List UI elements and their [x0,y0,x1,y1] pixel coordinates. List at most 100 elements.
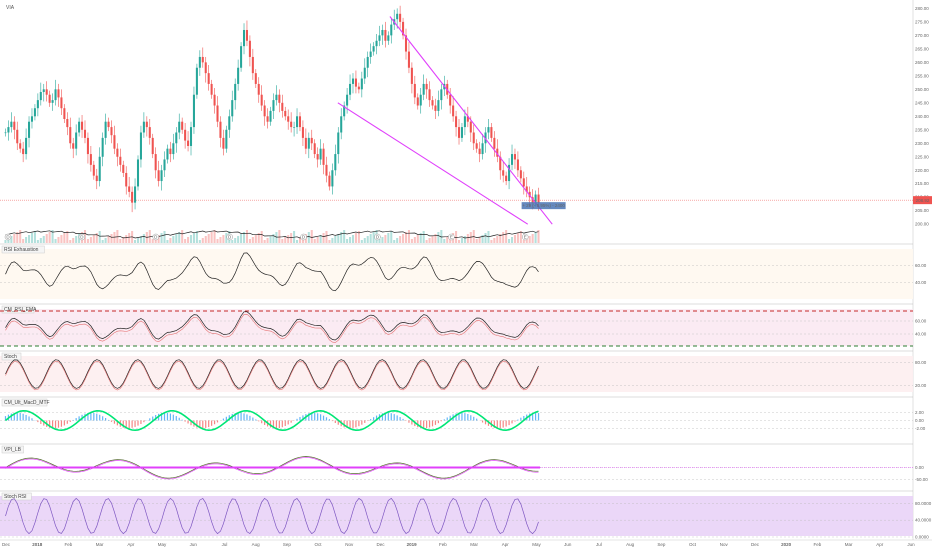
volume-bar [413,237,416,243]
candle-body [231,100,234,117]
macd-histogram-bar [57,420,60,428]
candle-body [242,29,246,47]
candle-body [263,105,266,117]
volume-bar [322,233,325,243]
volume-bar [166,240,169,243]
time-tick-label: Oct [689,542,697,547]
price-tick-label: 275.00 [915,19,929,24]
macd-histogram-bar [484,420,487,425]
volume-bar [134,240,137,243]
candle-body [19,143,22,149]
time-tick-label: Sep [283,542,292,547]
time-tick-label: Oct [315,542,323,547]
indicator-panes[interactable]: RSI Exhaustion 60.00 40.00 CM_RSI_EMA 60.00 4… [0,243,932,540]
time-tick-label: Jun [564,542,572,547]
candle-body [519,170,522,179]
time-tick-label: Feb [813,542,821,547]
candle-body [257,83,260,95]
current-price-label: 208.92 [916,198,930,203]
macd-histogram-bar [334,420,336,423]
volume-bar [101,240,104,243]
macd-histogram-bar [102,416,104,421]
indicator-pane-4[interactable]: VPI_LB 0.00 -50.00 [0,443,928,482]
macd-histogram-bar [28,416,30,421]
candle-body [351,78,355,84]
macd-histogram-bar [322,415,325,421]
candle-body [390,24,393,36]
volume-bar [248,239,251,243]
volume-bar [508,239,511,243]
volume-bar [89,237,92,243]
candle-body [425,83,428,90]
candle-body [475,143,478,149]
candle-body [505,175,508,182]
candle-body [195,67,198,95]
candle-body [422,83,425,95]
candle-body [337,132,340,155]
candle-body [83,129,87,138]
time-axis[interactable]: Dec 2018 Feb Mar Apr May Jun Jul Aug Sep Oct Nov Dec… [2,542,915,547]
candle-body [131,191,134,203]
macd-histogram-bar [355,420,357,428]
time-tick-label: Jun [907,542,915,547]
volume-bar [192,233,195,243]
volume-bar [513,235,516,243]
volume-bar [57,237,60,243]
candle-body [472,132,475,144]
volume-bar [531,234,534,243]
macd-histogram-bar [423,420,425,429]
volume-bar [128,233,131,243]
volume-bar [437,232,440,243]
macd-histogram-bar [216,420,219,423]
candle-body [89,154,92,165]
volume-bar [369,234,372,243]
indicator-pane-2[interactable]: Stoch 80.00 20.00 [0,350,927,392]
price-tick-label: 200.00 [915,222,929,227]
volume-bar [169,238,172,243]
candle-body [189,127,193,146]
event-marker-label: E [524,235,527,240]
indicator-pane-5[interactable]: Stoch RSI 80.0000 40.0000 0.0000 [0,490,932,540]
macd-histogram-bar [464,413,466,421]
volume-bar [516,233,519,243]
candle-body [92,164,95,176]
macd-histogram-bar [473,416,475,421]
volume-bar [275,232,278,243]
price-tick-label: 265.00 [915,46,929,51]
macd-histogram-bar [393,414,395,421]
candle-body [30,116,34,122]
indicator-pane-1[interactable]: CM_RSI_EMA 60.00 40.00 [0,303,927,347]
macd-histogram-bar [461,412,463,421]
macd-histogram-bar [90,412,92,421]
indicator-pane-3[interactable]: CM_Ult_MacD_MTF 2.00 0.00 -2.00 [0,396,926,432]
macd-histogram-bar [317,413,319,421]
macd-histogram-bar [134,420,136,427]
macd-histogram-bar [225,416,227,421]
macd-histogram-bar [222,418,225,421]
candle-body [175,132,178,144]
volume-bar [172,236,175,243]
macd-histogram-bar [367,420,369,422]
pane-tick-label: 40.0000 [915,518,932,523]
candle-body [136,159,140,187]
candle-body [86,137,89,155]
volume-bar [231,240,234,243]
volume-bar [107,236,110,243]
candle-body [346,94,349,106]
volume-bar [463,236,466,243]
volume-bar [493,238,496,243]
candle-body [198,56,201,68]
macd-histogram-bar [319,414,322,421]
candle-body [296,116,299,128]
time-tick-label: Jul [222,542,228,547]
price-axis[interactable]: 280.00 275.00 270.00 265.00 260.00 255.00 250.… [913,6,932,227]
candle-body [434,105,437,111]
volume-bar [113,232,116,243]
price-pane[interactable]: + 29 (- 5.95%) - 2400D D D D D D E E [0,5,913,243]
indicator-pane-0[interactable]: RSI Exhaustion 60.00 40.00 [0,243,927,299]
volume-bar [48,232,51,243]
volume-bar [237,236,240,243]
volume-bar [272,234,275,243]
volume-bar [510,237,514,243]
volume-bar [13,234,16,243]
